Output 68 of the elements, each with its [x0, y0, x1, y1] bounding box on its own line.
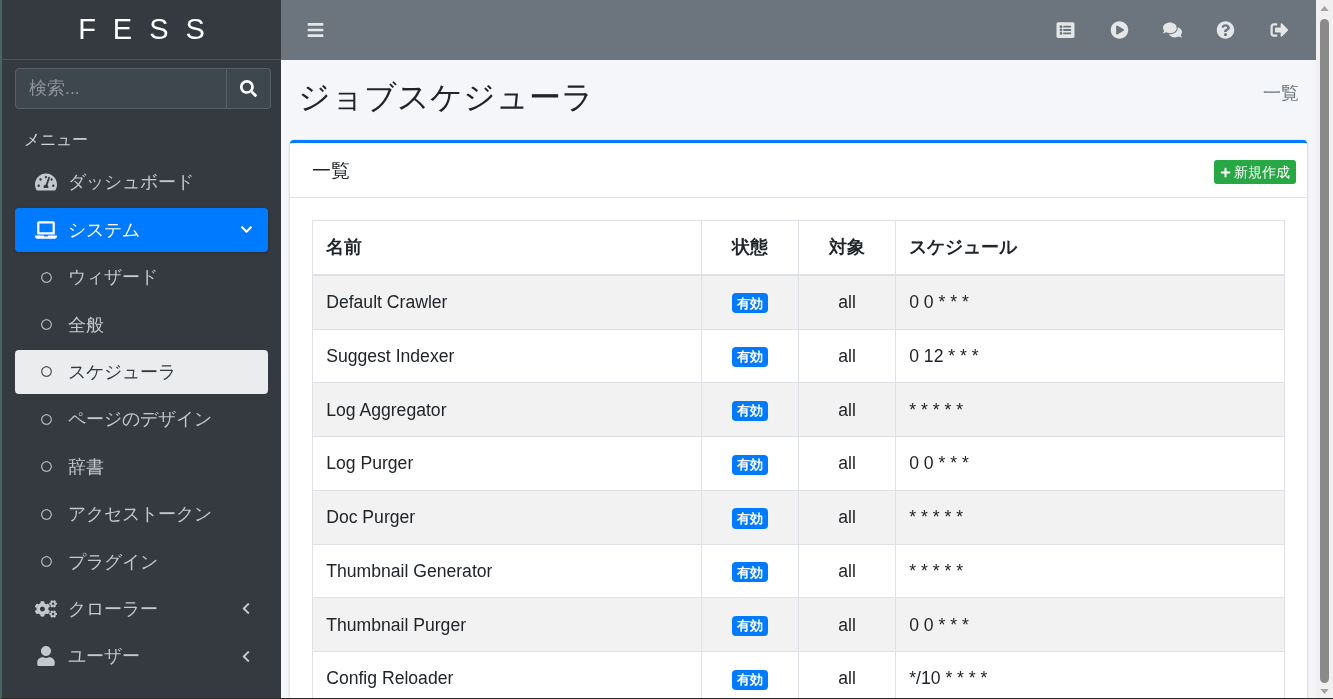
menu-header: メニュー	[24, 131, 88, 148]
breadcrumb-link[interactable]: 一覧	[1263, 80, 1299, 106]
sidebar-submenu-item[interactable]: ページのデザイン	[15, 397, 268, 442]
sidebar-submenu-item[interactable]: スケジューラ	[15, 349, 268, 394]
table-cell: all	[798, 597, 896, 652]
sidebar-submenu-item[interactable]: プラグイン	[15, 539, 268, 584]
status-badge: 有効	[731, 400, 769, 421]
play-icon	[1109, 21, 1129, 39]
status-badge: 有効	[731, 562, 769, 583]
sidebar-submenu-item[interactable]: 全般	[15, 302, 268, 347]
table-cell: all	[798, 274, 896, 330]
table-cell: Thumbnail Purger	[312, 597, 702, 652]
table-cell: all	[798, 382, 896, 437]
table-cell: Default Crawler	[312, 274, 702, 330]
menu-icon	[307, 21, 324, 39]
table-cell: Config Reloader	[312, 651, 702, 698]
table-cell: Thumbnail Generator	[312, 544, 702, 598]
table-cell: Suggest Indexer	[312, 329, 702, 383]
table-cell: Doc Purger	[312, 490, 702, 545]
status-badge: 有効	[731, 347, 769, 368]
sidebar-menu-item[interactable]: システム	[15, 207, 268, 252]
help-icon	[1216, 21, 1236, 39]
table-cell: 0 12 * * *	[895, 329, 1285, 383]
table-cell: 0 0 * * *	[895, 436, 1285, 491]
table-header-cell: 対象	[798, 220, 896, 275]
logout-icon	[1269, 21, 1289, 39]
user-icon	[35, 646, 57, 667]
table-header-cell: 状態	[701, 220, 799, 275]
card-title: 一覧	[312, 158, 350, 183]
table-cell: all	[798, 544, 896, 598]
table-cell: all	[798, 490, 896, 545]
scroll-up-arrow-icon[interactable]	[1320, 6, 1329, 11]
table-cell: * * * * *	[895, 490, 1285, 545]
chat-icon	[1163, 21, 1182, 39]
status-badge: 有効	[731, 293, 769, 314]
sidebar-menu-item[interactable]: クローラー	[15, 586, 268, 631]
page-title: ジョブスケジューラ	[298, 78, 594, 116]
table-cell: 0 0 * * *	[895, 597, 1285, 652]
gauge-icon	[35, 172, 57, 193]
sidebar-menu-item[interactable]: ユーザー	[15, 634, 268, 679]
gears-icon	[35, 598, 57, 619]
search-field[interactable]: 検索...	[15, 68, 227, 109]
search-button[interactable]	[227, 68, 271, 109]
table-header-cell: スケジュール	[895, 220, 1285, 275]
table-header-cell: 名前	[312, 220, 702, 275]
sidebar-submenu-item[interactable]: ウィザード	[15, 255, 268, 300]
list-icon	[1056, 21, 1076, 39]
table-cell: all	[798, 329, 896, 383]
scrollbar-track[interactable]	[1316, 0, 1333, 698]
status-badge: 有効	[731, 454, 769, 475]
laptop-icon	[35, 219, 57, 240]
status-badge: 有効	[731, 508, 769, 529]
plus-icon	[1220, 166, 1231, 178]
scroll-down-arrow-icon[interactable]	[1320, 689, 1329, 694]
table-cell: * * * * *	[895, 544, 1285, 598]
table-cell: Log Purger	[312, 436, 702, 491]
sidebar-menu-item[interactable]: ダッシュボード	[15, 160, 268, 205]
table-cell: 0 0 * * *	[895, 274, 1285, 330]
status-badge: 有効	[731, 615, 769, 637]
search-icon	[240, 80, 257, 97]
table-cell: * * * * *	[895, 382, 1285, 437]
app-logo[interactable]: FESS	[61, 15, 222, 44]
sidebar-submenu-item[interactable]: アクセストークン	[15, 492, 268, 537]
sidebar-submenu-item[interactable]: 辞書	[15, 444, 268, 489]
status-badge: 有効	[731, 669, 769, 690]
table-cell: Log Aggregator	[312, 382, 702, 437]
table-cell: all	[798, 436, 896, 491]
scrollbar-thumb[interactable]	[1320, 19, 1329, 683]
